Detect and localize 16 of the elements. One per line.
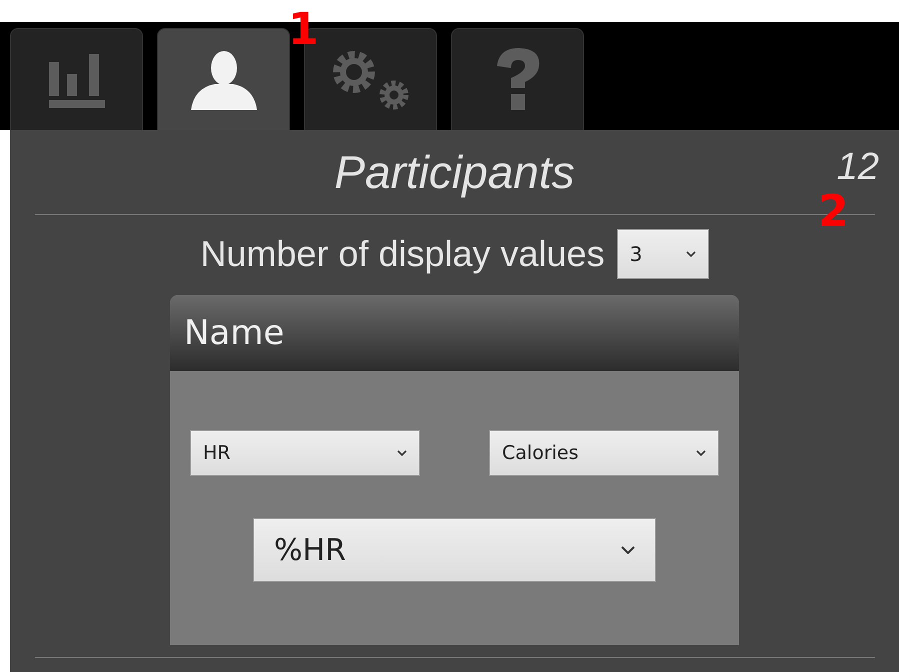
metric-select[interactable]: HR: [190, 430, 420, 476]
metric-select[interactable]: %HR: [253, 518, 656, 582]
question-mark-icon: [494, 48, 540, 112]
display-values-label: Number of display values: [200, 233, 605, 275]
display-values-select[interactable]: 3: [616, 229, 709, 279]
chevron-icon: [686, 251, 696, 257]
chevron-icon: [397, 450, 407, 456]
panel-title: Participants: [334, 145, 575, 199]
callout-number: 2: [818, 190, 849, 234]
chevron-icon: [621, 546, 635, 554]
tab[interactable]: [157, 28, 290, 130]
card-title: Name: [184, 313, 284, 353]
metric-select[interactable]: Calories: [489, 430, 719, 476]
person-icon: [190, 50, 256, 110]
participant-count: 12: [836, 146, 879, 189]
chevron-icon: [696, 450, 706, 456]
